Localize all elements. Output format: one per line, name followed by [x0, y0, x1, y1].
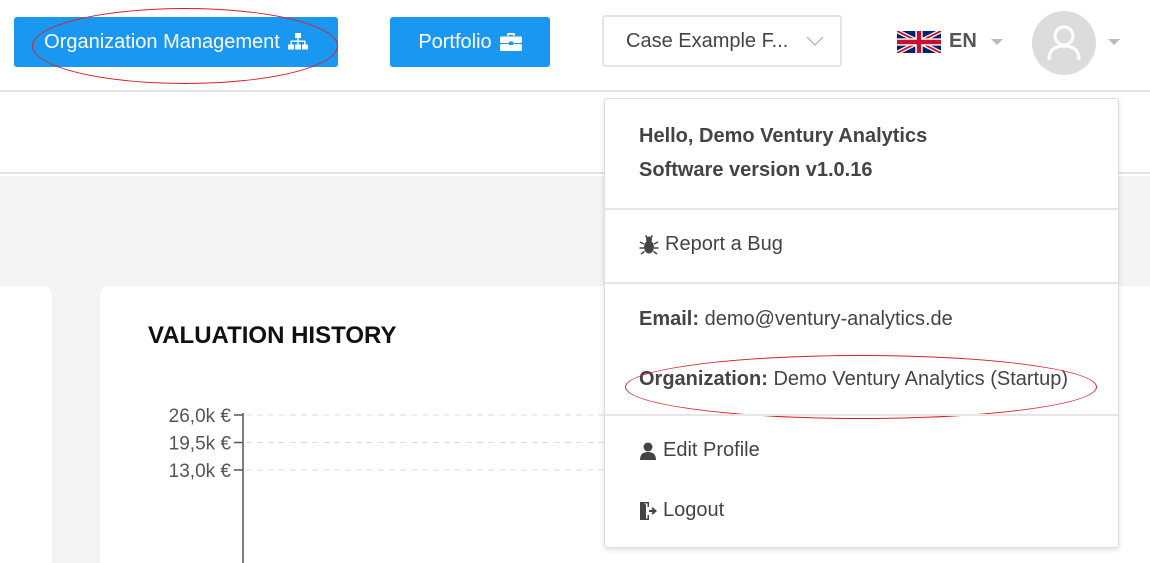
top-navbar: Organization Management Portfolio Case E… [0, 0, 1150, 92]
software-version: Software version v1.0.16 [639, 159, 873, 181]
organization-value: Demo Ventury Analytics (Startup) [773, 368, 1069, 390]
email-label: Email: [639, 308, 700, 330]
organization-label: Organization: [639, 368, 768, 390]
report-bug-label: Report a Bug [665, 233, 783, 255]
left-card [0, 286, 52, 563]
chart-title: VALUATION HISTORY [148, 322, 397, 349]
email-row: Email: demo@ventury-analytics.de [639, 308, 953, 331]
caret-down-icon [990, 38, 1003, 45]
user-icon [1047, 25, 1081, 61]
edit-profile-item[interactable]: Edit Profile [639, 439, 760, 462]
logout-icon [640, 501, 657, 520]
portfolio-button[interactable]: Portfolio [390, 17, 550, 67]
portfolio-label: Portfolio [418, 30, 492, 53]
case-select-dropdown[interactable]: Case Example F... [602, 15, 842, 67]
logout-label: Logout [663, 499, 725, 521]
user-avatar[interactable] [1032, 11, 1096, 75]
y-tick-label: 13,0k € [169, 461, 232, 482]
language-selector[interactable]: EN [897, 30, 1003, 53]
user-menu-dropdown: Hello, Demo Ventury Analytics Software v… [604, 98, 1119, 548]
user-icon [640, 442, 656, 460]
sitemap-icon [287, 33, 308, 50]
chevron-down-icon [806, 36, 824, 47]
email-value: demo@ventury-analytics.de [704, 308, 953, 330]
organization-row: Organization: Demo Ventury Analytics (St… [639, 368, 1068, 391]
report-bug-item[interactable]: Report a Bug [639, 233, 783, 256]
divider [605, 208, 1118, 210]
uk-flag-icon [897, 30, 941, 53]
briefcase-icon [499, 33, 522, 51]
user-greeting: Hello, Demo Ventury Analytics [639, 125, 928, 147]
divider [605, 282, 1118, 284]
valuation-history-chart: 26,0k € 19,5k € 13,0k € [169, 406, 610, 563]
case-select-value: Case Example F... [626, 29, 789, 52]
edit-profile-label: Edit Profile [663, 439, 760, 461]
bug-icon [639, 234, 659, 255]
y-tick-label: 19,5k € [169, 434, 232, 455]
organization-management-button[interactable]: Organization Management [14, 17, 338, 67]
divider [605, 414, 1118, 416]
logout-item[interactable]: Logout [639, 499, 724, 522]
organization-management-label: Organization Management [44, 30, 280, 53]
avatar-caret-icon[interactable] [1108, 39, 1120, 45]
language-code: EN [949, 30, 977, 52]
y-tick-label: 26,0k € [169, 406, 232, 427]
